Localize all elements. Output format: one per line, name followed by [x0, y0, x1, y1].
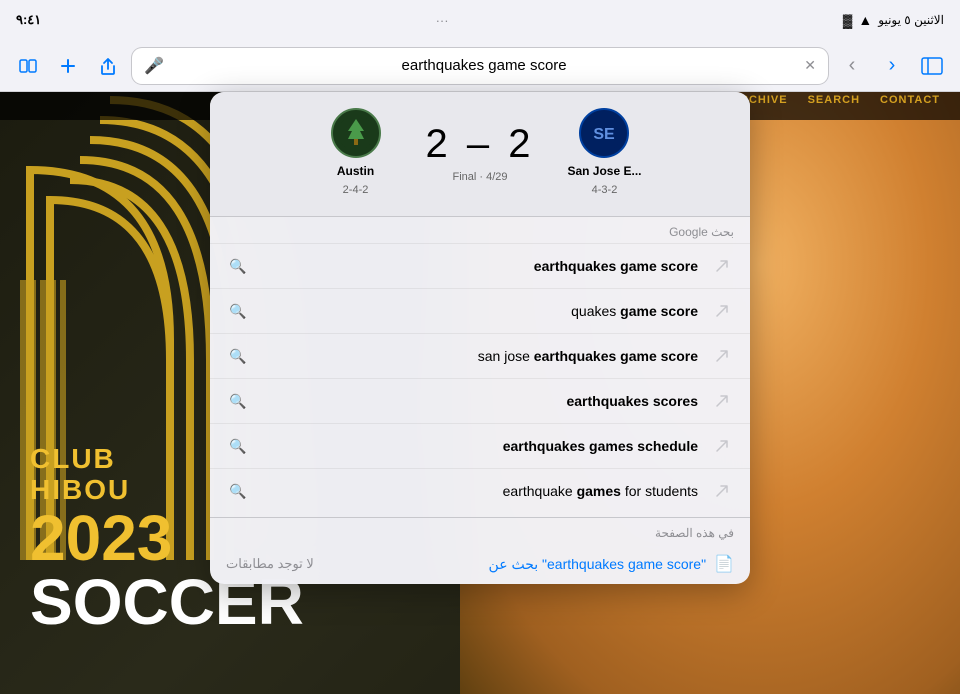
score-value: 2 – 2 — [426, 122, 535, 167]
arrow-icon-1 — [710, 254, 734, 278]
on-page-row[interactable]: 📄 "earthquakes game score" بحث عن لا توج… — [210, 544, 750, 584]
team1-info: Austin 2-4-2 — [306, 108, 406, 196]
suggestion-row-6[interactable]: earthquake games for students 🔍 — [210, 468, 750, 513]
nav-search[interactable]: SEARCH — [808, 94, 860, 106]
browser-toolbar: 🎤 earthquakes game score ✕ ‹ › — [0, 40, 960, 92]
suggestion-text-3: san jose earthquakes game score — [262, 348, 698, 364]
page-search-icon: 📄 — [714, 554, 734, 574]
wifi-icon: ▲ — [858, 12, 872, 28]
team1-name: Austin — [337, 164, 374, 178]
on-page-header: في هذه الصفحة — [210, 517, 750, 544]
club-label: CLUB — [30, 443, 116, 474]
arrow-icon-2 — [710, 299, 734, 323]
clear-icon[interactable]: ✕ — [804, 57, 816, 74]
share-button[interactable] — [92, 50, 124, 82]
nav-contact[interactable]: CONTACT — [880, 94, 940, 106]
arrow-icon-6 — [710, 479, 734, 503]
search-icon-2: 🔍 — [226, 299, 250, 323]
status-time: ٩:٤١ — [16, 12, 41, 28]
search-icon-6: 🔍 — [226, 479, 250, 503]
suggestion-row-3[interactable]: san jose earthquakes game score 🔍 — [210, 333, 750, 378]
on-page-no-matches: لا توجد مطابقات — [226, 556, 314, 572]
team2-record: 4-3-2 — [592, 184, 618, 196]
arrow-icon-3 — [710, 344, 734, 368]
tabs-view-button[interactable] — [12, 50, 44, 82]
on-page-search[interactable]: 📄 "earthquakes game score" بحث عن — [489, 554, 734, 574]
suggestion-row-2[interactable]: quakes game score 🔍 — [210, 288, 750, 333]
status-center: ··· — [436, 13, 449, 28]
google-section-header: بحث Google — [210, 217, 750, 243]
suggestion-text-5: earthquakes games schedule — [262, 438, 698, 454]
arrow-icon-5 — [710, 434, 734, 458]
status-bar: ٩:٤١ ··· الاثنين ٥ يونيو ▲ ▓ — [0, 0, 960, 40]
on-page-search-label: "earthquakes game score" بحث عن — [489, 556, 707, 573]
forward-button[interactable]: › — [876, 50, 908, 82]
team1-record: 2-4-2 — [343, 184, 369, 196]
back-button[interactable]: ‹ — [836, 50, 868, 82]
status-dots: ··· — [436, 13, 449, 28]
status-left: ٩:٤١ — [16, 12, 41, 28]
microphone-icon[interactable]: 🎤 — [144, 56, 164, 76]
search-icon-4: 🔍 — [226, 389, 250, 413]
reader-view-button[interactable] — [916, 50, 948, 82]
status-right: الاثنين ٥ يونيو ▲ ▓ — [843, 12, 944, 28]
battery-icon: ▓ — [843, 13, 852, 28]
suggestion-text-2: quakes game score — [262, 303, 698, 319]
score-center: 2 – 2 Final · 4/29 — [426, 122, 535, 183]
search-icon-1: 🔍 — [226, 254, 250, 278]
suggestion-row-5[interactable]: earthquakes games schedule 🔍 — [210, 423, 750, 468]
team1-logo — [331, 108, 381, 158]
suggestion-text-1: earthquakes game score — [262, 258, 698, 274]
suggestion-text-6: earthquake games for students — [262, 483, 698, 499]
team2-info: SE San Jose E... 4-3-2 — [554, 108, 654, 196]
team2-name: San Jose E... — [567, 164, 641, 178]
svg-text:SE: SE — [594, 126, 616, 143]
score-card: Austin 2-4-2 2 – 2 Final · 4/29 SE San J… — [210, 92, 750, 216]
status-date: الاثنين ٥ يونيو — [878, 13, 944, 27]
hibou-label: HIBOU — [30, 474, 130, 505]
new-tab-button[interactable] — [52, 50, 84, 82]
team2-logo: SE — [579, 108, 629, 158]
suggestion-row-1[interactable]: earthquakes game score 🔍 — [210, 243, 750, 288]
score-meta: Final · 4/29 — [452, 171, 507, 183]
search-input[interactable]: earthquakes game score — [172, 57, 796, 74]
suggestion-row-4[interactable]: earthquakes scores 🔍 — [210, 378, 750, 423]
suggestion-text-4: earthquakes scores — [262, 393, 698, 409]
search-icon-5: 🔍 — [226, 434, 250, 458]
arrow-icon-4 — [710, 389, 734, 413]
search-bar[interactable]: 🎤 earthquakes game score ✕ — [132, 48, 828, 84]
search-dropdown: Austin 2-4-2 2 – 2 Final · 4/29 SE San J… — [210, 92, 750, 584]
search-icon-3: 🔍 — [226, 344, 250, 368]
